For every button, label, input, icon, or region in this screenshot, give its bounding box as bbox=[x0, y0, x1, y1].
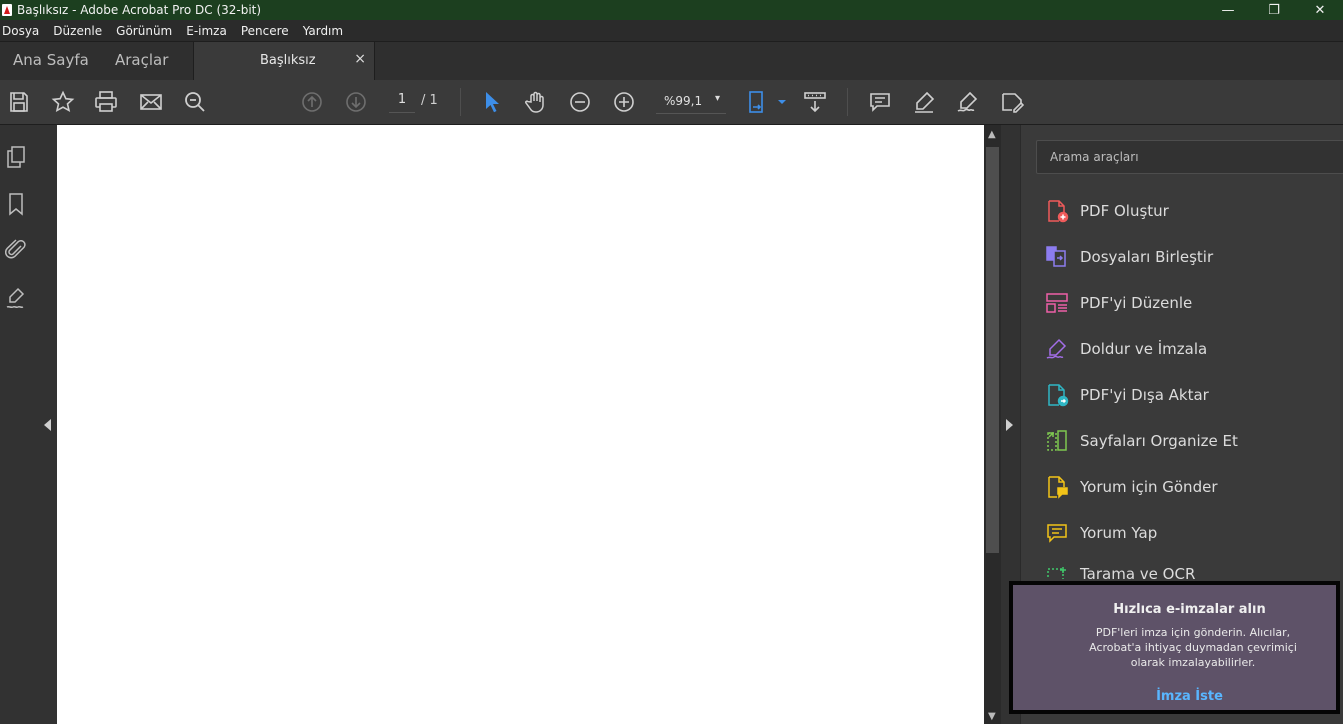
menu-view[interactable]: Görünüm bbox=[109, 24, 179, 38]
scroll-mode-icon[interactable] bbox=[803, 90, 827, 114]
save-icon[interactable] bbox=[7, 90, 31, 114]
fit-page-icon[interactable] bbox=[747, 90, 771, 114]
menu-e-sign[interactable]: E-imza bbox=[179, 24, 234, 38]
request-signature-link[interactable]: İmza İste bbox=[1013, 689, 1336, 704]
document-tab-label: Başlıksız bbox=[260, 53, 316, 68]
menu-file[interactable]: Dosya bbox=[0, 24, 46, 38]
create-pdf-icon bbox=[1045, 199, 1069, 223]
tab-document[interactable]: Başlıksız × bbox=[193, 42, 375, 80]
highlight-pen-icon[interactable] bbox=[912, 90, 936, 114]
tab-bar: Ana Sayfa Araçlar Başlıksız × bbox=[0, 41, 1343, 81]
menu-help[interactable]: Yardım bbox=[296, 24, 350, 38]
tool-create-pdf[interactable]: PDF Oluştur bbox=[1045, 197, 1169, 225]
combine-files-icon bbox=[1045, 245, 1069, 269]
tool-label: PDF'yi Dışa Aktar bbox=[1080, 386, 1209, 404]
close-window-button[interactable]: ✕ bbox=[1297, 0, 1343, 20]
tool-label: Tarama ve OCR bbox=[1080, 565, 1196, 579]
tool-label: PDF'yi Düzenle bbox=[1080, 294, 1193, 312]
tool-export-pdf[interactable]: PDF'yi Dışa Aktar bbox=[1045, 381, 1209, 409]
export-pdf-icon bbox=[1045, 383, 1069, 407]
zoom-level-select[interactable]: %99,1 ▾ bbox=[656, 91, 726, 114]
tool-edit-pdf[interactable]: PDF'yi Düzenle bbox=[1045, 289, 1192, 317]
scan-ocr-icon bbox=[1045, 565, 1069, 579]
scrollbar-thumb[interactable] bbox=[986, 147, 999, 553]
email-icon[interactable] bbox=[139, 90, 163, 114]
zoom-in-icon[interactable] bbox=[612, 90, 636, 114]
comment-icon[interactable] bbox=[868, 90, 892, 114]
search-tools-placeholder: Arama araçları bbox=[1050, 150, 1139, 164]
pdf-page[interactable] bbox=[57, 125, 984, 724]
tool-label: Sayfaları Organize Et bbox=[1080, 432, 1238, 450]
tool-label: Dosyaları Birleştir bbox=[1080, 248, 1214, 266]
window-title: Başlıksız - Adobe Acrobat Pro DC (32-bit… bbox=[17, 3, 262, 17]
fill-sign-icon bbox=[1045, 337, 1069, 361]
window-controls: — ❐ ✕ bbox=[1205, 0, 1343, 20]
promo-title: Hızlıca e-imzalar alın bbox=[1113, 602, 1266, 617]
main-toolbar: 1 / 1 %99,1 ▾ bbox=[0, 80, 1343, 125]
menu-window[interactable]: Pencere bbox=[234, 24, 296, 38]
tool-scan-ocr[interactable]: Tarama ve OCR bbox=[1045, 565, 1195, 579]
e-sign-promo-card: Hızlıca e-imzalar alın PDF'leri imza içi… bbox=[1009, 581, 1340, 714]
restore-button[interactable]: ❐ bbox=[1251, 0, 1297, 20]
fill-sign-icon[interactable] bbox=[956, 90, 980, 114]
attachment-icon[interactable] bbox=[5, 238, 27, 262]
tool-label: Yorum için Gönder bbox=[1080, 478, 1218, 496]
collapse-left-pane-arrow[interactable] bbox=[44, 419, 51, 431]
title-bar: Başlıksız - Adobe Acrobat Pro DC (32-bit… bbox=[0, 0, 1343, 20]
page-total: / 1 bbox=[421, 93, 438, 108]
tool-label: Doldur ve İmzala bbox=[1080, 340, 1208, 358]
tool-send-for-comments[interactable]: Yorum için Gönder bbox=[1045, 473, 1217, 501]
scroll-up-icon[interactable]: ▲ bbox=[988, 129, 996, 140]
close-tab-button[interactable]: × bbox=[354, 51, 366, 67]
send-for-comments-icon bbox=[1045, 475, 1069, 499]
promo-body: PDF'leri imza için gönderin. Alıcılar, A… bbox=[1089, 626, 1297, 669]
tab-home[interactable]: Ana Sayfa bbox=[13, 51, 89, 69]
previous-page-icon[interactable] bbox=[300, 90, 324, 114]
tool-combine-files[interactable]: Dosyaları Birleştir bbox=[1045, 243, 1213, 271]
minimize-button[interactable]: — bbox=[1205, 0, 1251, 20]
page-number-input[interactable]: 1 bbox=[389, 92, 415, 113]
search-tools-input[interactable]: Arama araçları bbox=[1036, 140, 1343, 174]
page-thumbnails-icon[interactable] bbox=[5, 145, 27, 169]
left-navigation-rail bbox=[0, 125, 38, 724]
organize-pages-icon bbox=[1045, 429, 1069, 453]
acrobat-app-icon bbox=[2, 4, 12, 16]
menu-edit[interactable]: Düzenle bbox=[46, 24, 109, 38]
comment-icon bbox=[1045, 521, 1069, 545]
select-cursor-icon[interactable] bbox=[480, 90, 504, 114]
zoom-level-value: %99,1 bbox=[664, 94, 703, 108]
next-page-icon[interactable] bbox=[344, 90, 368, 114]
tool-organize-pages[interactable]: Sayfaları Organize Et bbox=[1045, 427, 1238, 455]
tool-fill-sign[interactable]: Doldur ve İmzala bbox=[1045, 335, 1207, 363]
fit-dropdown-icon[interactable] bbox=[770, 90, 786, 114]
toolbar-divider bbox=[847, 88, 848, 116]
star-icon[interactable] bbox=[51, 90, 75, 114]
search-icon[interactable] bbox=[183, 90, 207, 114]
menu-bar: Dosya Düzenle Görünüm E-imza Pencere Yar… bbox=[0, 20, 1343, 41]
chevron-down-icon: ▾ bbox=[714, 93, 720, 104]
toolbar-divider bbox=[460, 88, 461, 116]
zoom-out-icon[interactable] bbox=[568, 90, 592, 114]
signature-icon[interactable] bbox=[5, 286, 27, 310]
collapse-right-pane-arrow[interactable] bbox=[1006, 419, 1013, 431]
scroll-down-icon[interactable]: ▼ bbox=[988, 711, 996, 722]
edit-pdf-icon bbox=[1045, 291, 1069, 315]
vertical-scrollbar[interactable]: ▲ ▼ bbox=[984, 125, 1001, 724]
bookmark-icon[interactable] bbox=[5, 192, 27, 216]
tool-label: Yorum Yap bbox=[1080, 524, 1158, 542]
more-tools-icon[interactable] bbox=[1000, 90, 1024, 114]
hand-tool-icon[interactable] bbox=[524, 90, 548, 114]
tool-label: PDF Oluştur bbox=[1080, 202, 1169, 220]
print-icon[interactable] bbox=[94, 90, 118, 114]
tool-comment[interactable]: Yorum Yap bbox=[1045, 519, 1157, 547]
tab-tools[interactable]: Araçlar bbox=[115, 51, 168, 69]
